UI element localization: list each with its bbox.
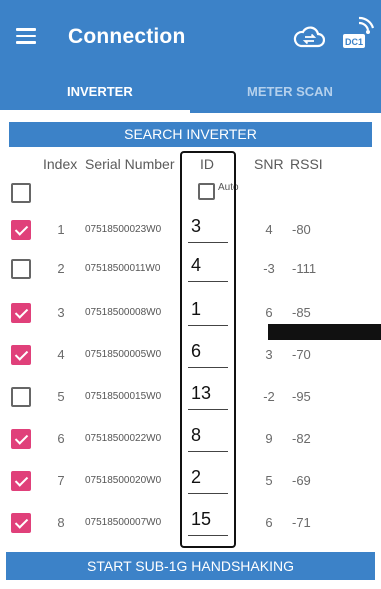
row-rssi: -82 <box>292 431 311 446</box>
dc-badge: DC1 <box>345 37 363 47</box>
row-index: 2 <box>57 261 65 276</box>
redaction-bar <box>268 324 381 340</box>
row-index: 7 <box>57 473 65 488</box>
tab-inverter[interactable]: INVERTER <box>67 84 133 99</box>
column-header-index: Index <box>43 156 78 172</box>
row-select-checkbox[interactable] <box>11 429 31 449</box>
tab-meter-scan[interactable]: METER SCAN <box>247 84 333 99</box>
column-header-id: ID <box>200 156 214 172</box>
row-select-checkbox[interactable] <box>11 387 31 407</box>
auto-label: Auto <box>218 182 239 193</box>
row-snr: 5 <box>265 473 273 488</box>
select-all-checkbox[interactable] <box>11 183 31 203</box>
row-id-input[interactable]: 8 <box>188 424 228 452</box>
row-rssi: -70 <box>292 347 311 362</box>
row-index: 4 <box>57 347 65 362</box>
row-snr: 4 <box>265 222 273 237</box>
hamburger-menu-icon[interactable] <box>16 28 36 44</box>
row-id-input[interactable]: 2 <box>188 466 228 494</box>
column-header-rssi: RSSI <box>290 156 323 172</box>
row-serial-number: 07518500023W0 <box>85 224 162 235</box>
row-select-checkbox[interactable] <box>11 259 31 279</box>
row-serial-number: 07518500022W0 <box>85 433 162 444</box>
wifi-signal-icon: DC1 <box>343 16 375 48</box>
row-id-input[interactable]: 6 <box>188 340 228 368</box>
row-select-checkbox[interactable] <box>11 220 31 240</box>
row-select-checkbox[interactable] <box>11 513 31 533</box>
start-handshaking-button[interactable]: START SUB-1G HANDSHAKING <box>6 552 375 580</box>
row-rssi: -71 <box>292 515 311 530</box>
column-header-snr: SNR <box>254 156 284 172</box>
row-index: 8 <box>57 515 65 530</box>
row-index: 5 <box>57 389 65 404</box>
page-title: Connection <box>68 25 186 48</box>
row-serial-number: 07518500015W0 <box>85 391 162 402</box>
row-id-input[interactable]: 15 <box>188 508 228 536</box>
row-index: 6 <box>57 431 65 446</box>
row-serial-number: 07518500007W0 <box>85 517 162 528</box>
row-snr: -2 <box>263 389 275 404</box>
row-id-input[interactable]: 4 <box>188 254 228 282</box>
column-header-serial: Serial Number <box>85 156 175 172</box>
row-serial-number: 07518500008W0 <box>85 307 162 318</box>
row-id-input[interactable]: 1 <box>188 298 228 326</box>
row-id-input[interactable]: 3 <box>188 215 228 243</box>
row-rssi: -85 <box>292 305 311 320</box>
auto-id-checkbox[interactable] <box>198 183 215 200</box>
search-inverter-button[interactable]: SEARCH INVERTER <box>9 122 372 147</box>
row-snr: 9 <box>265 431 273 446</box>
row-serial-number: 07518500020W0 <box>85 475 162 486</box>
app-bar: Connection DC1 INVERTER METER SCAN <box>0 0 381 113</box>
row-serial-number: 07518500005W0 <box>85 349 162 360</box>
row-id-input[interactable]: 13 <box>188 382 228 410</box>
row-select-checkbox[interactable] <box>11 345 31 365</box>
row-index: 3 <box>57 305 65 320</box>
row-rssi: -95 <box>292 389 311 404</box>
active-tab-indicator <box>0 110 190 113</box>
row-snr: 6 <box>265 515 273 530</box>
row-rssi: -69 <box>292 473 311 488</box>
dc-wifi-icon[interactable]: DC1 <box>342 14 376 52</box>
row-snr: 3 <box>265 347 273 362</box>
cloud-sync-icon[interactable] <box>293 24 325 50</box>
row-rssi: -111 <box>292 261 317 276</box>
row-index: 1 <box>57 222 65 237</box>
row-serial-number: 07518500011W0 <box>85 263 161 274</box>
row-select-checkbox[interactable] <box>11 471 31 491</box>
row-snr: 6 <box>265 305 273 320</box>
row-select-checkbox[interactable] <box>11 303 31 323</box>
row-snr: -3 <box>263 261 275 276</box>
row-rssi: -80 <box>292 222 311 237</box>
